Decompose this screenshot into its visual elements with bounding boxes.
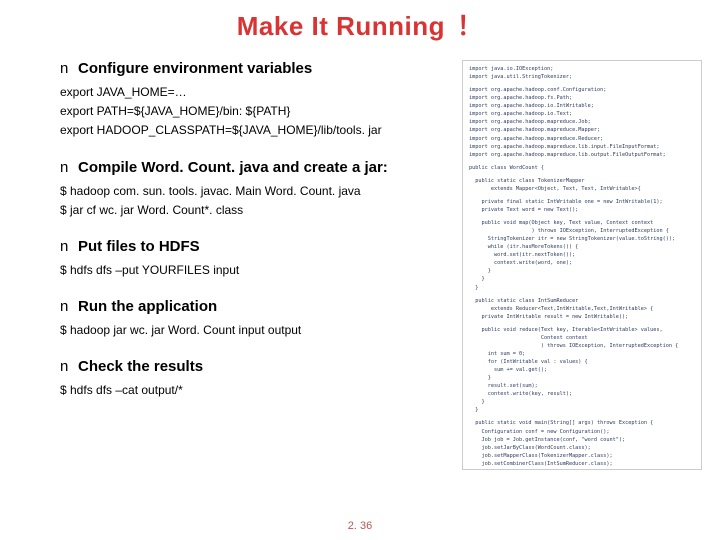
bullet-icon: n [60,238,78,255]
section-head: n Run the application [60,298,460,315]
command-line: export HADOOP_CLASSPATH=${JAVA_HOME}/lib… [60,121,460,140]
section-head-text: Run the application [78,298,217,315]
section-check-results: n Check the results $ hdfs dfs –cat outp… [60,358,460,400]
slide-title: Make It Running ！ [0,6,720,43]
command-line: $ hdfs dfs –put YOURFILES input [60,261,460,280]
section-head-text: Configure environment variables [78,60,312,77]
title-bang: ！ [457,12,484,41]
content-column: n Configure environment variables export… [60,60,460,401]
slide: Make It Running ！ n Configure environmen… [0,0,720,540]
section-put-files: n Put files to HDFS $ hdfs dfs –put YOUR… [60,238,460,280]
slide-number: 2. 36 [0,520,720,532]
command-line: $ hadoop jar wc. jar Word. Count input o… [60,321,460,340]
section-head-text: Check the results [78,358,203,375]
section-head: n Put files to HDFS [60,238,460,255]
section-configure: n Configure environment variables export… [60,60,460,141]
section-run-app: n Run the application $ hadoop jar wc. j… [60,298,460,340]
title-text: Make It Running [237,11,445,41]
command-line: $ hadoop com. sun. tools. javac. Main Wo… [60,182,460,201]
bullet-icon: n [60,358,78,375]
section-head-text: Compile Word. Count. java and create a j… [78,159,388,176]
bullet-icon: n [60,159,78,176]
code-preview: import java.io.IOException;import java.u… [462,60,702,470]
section-compile: n Compile Word. Count. java and create a… [60,159,460,220]
section-head: n Configure environment variables [60,60,460,77]
bullet-icon: n [60,60,78,77]
command-line: export PATH=${JAVA_HOME}/bin: ${PATH} [60,102,460,121]
section-head-text: Put files to HDFS [78,238,200,255]
command-line: $ jar cf wc. jar Word. Count*. class [60,201,460,220]
command-line: export JAVA_HOME=… [60,83,460,102]
section-head: n Check the results [60,358,460,375]
section-head: n Compile Word. Count. java and create a… [60,159,460,176]
command-line: $ hdfs dfs –cat output/* [60,381,460,400]
bullet-icon: n [60,298,78,315]
